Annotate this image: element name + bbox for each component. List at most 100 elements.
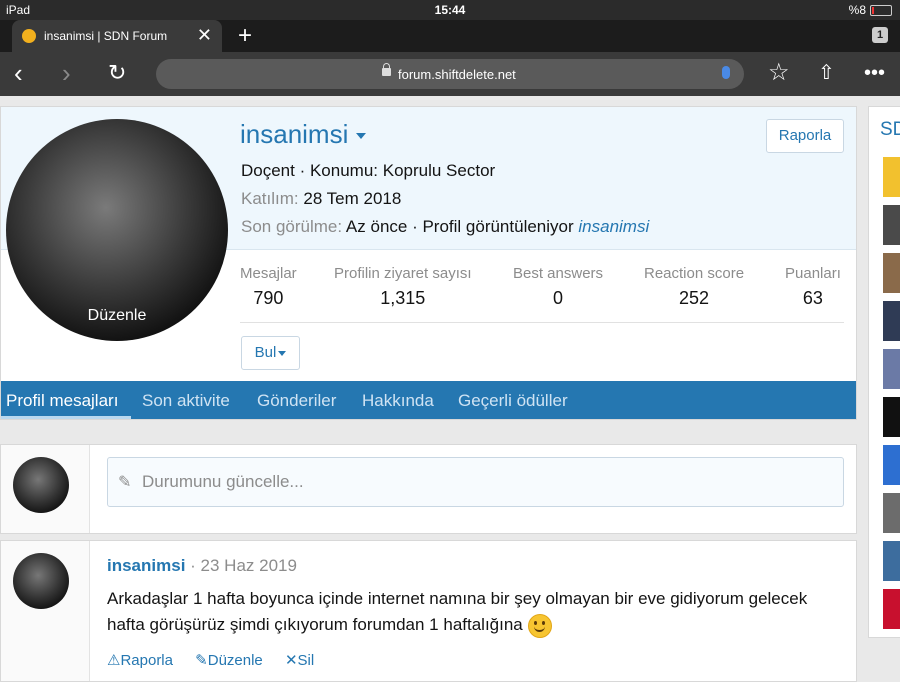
thumbnail-image[interactable] [883, 397, 900, 437]
stat-label: Mesajlar [240, 265, 297, 282]
find-button[interactable]: Bul [241, 336, 300, 370]
report-button[interactable]: Raporla [766, 119, 844, 153]
sidebar-widget-title: SD [880, 119, 900, 140]
post-author-link[interactable]: insanimsi [107, 556, 185, 575]
tab-profile-posts[interactable]: Profil mesajları [6, 391, 118, 411]
last-seen-value: Az önce · Profil görüntüleniyor [345, 217, 574, 236]
site-favicon-icon [22, 29, 36, 43]
post-actions: ⚠Raporla ✎Düzenle ✕Sil [107, 651, 332, 669]
stat-messages[interactable]: Mesajlar 790 [240, 265, 297, 309]
profile-joined: Katılım: 28 Tem 2018 [241, 189, 401, 209]
address-bar-url: forum.shiftdelete.net [398, 67, 516, 82]
avatar-edit-link[interactable]: Düzenle [6, 307, 228, 325]
joined-value: 28 Tem 2018 [303, 189, 402, 208]
sidebar-widget: SD [868, 106, 900, 638]
thumbnail-image[interactable] [883, 541, 900, 581]
tab-count-badge[interactable]: 1 [872, 27, 888, 43]
pencil-icon: ✎ [118, 474, 132, 491]
avatar[interactable] [13, 457, 69, 513]
thumbnail-image[interactable] [883, 157, 900, 197]
stat-value: 1,315 [380, 288, 426, 308]
address-bar[interactable]: forum.shiftdelete.net [156, 59, 744, 89]
browser-tab-strip: insanimsi | SDN Forum ✕ + 1 [0, 20, 900, 52]
status-update-box: ✎ Durumunu güncelle... [0, 444, 857, 534]
reload-icon[interactable]: ↻ [108, 58, 126, 88]
delete-link[interactable]: ✕Sil [285, 652, 314, 669]
profile-avatar[interactable]: Düzenle [6, 119, 228, 341]
thumbnail-image[interactable] [883, 589, 900, 629]
back-icon[interactable]: ‹ [14, 58, 23, 88]
stat-profile-views: Profilin ziyaret sayısı 1,315 [334, 265, 472, 309]
profile-tabs: Profil mesajları Son aktivite Gönderiler… [1, 381, 856, 419]
post-body: Arkadaşlar 1 hafta boyunca içinde intern… [107, 586, 847, 638]
profile-post: insanimsi · 23 Haz 2019 Arkadaşlar 1 haf… [0, 540, 857, 682]
clock: 15:44 [434, 3, 466, 17]
divider [240, 322, 844, 323]
joined-label: Katılım: [241, 189, 299, 208]
lock-icon [382, 63, 391, 76]
thumbnail-image[interactable] [883, 301, 900, 341]
more-menu-icon[interactable]: ••• [864, 58, 885, 88]
profile-username[interactable]: insanimsi [240, 119, 367, 150]
report-link-label: Raporla [120, 652, 173, 669]
status-update-placeholder: Durumunu güncelle... [142, 472, 304, 491]
stat-reaction-score[interactable]: Reaction score 252 [644, 265, 744, 309]
status-avatar-column [1, 445, 90, 533]
thumbnail-image[interactable] [883, 205, 900, 245]
post-text: Arkadaşlar 1 hafta boyunca içinde intern… [107, 589, 808, 634]
find-label: Bul [254, 344, 277, 361]
close-tab-icon[interactable]: ✕ [197, 25, 212, 46]
thumbnail-image[interactable] [883, 253, 900, 293]
browser-tab[interactable]: insanimsi | SDN Forum ✕ [12, 20, 222, 52]
stat-label: Best answers [513, 265, 604, 282]
last-seen-user-link[interactable]: insanimsi [578, 217, 649, 236]
bookmark-star-icon[interactable]: ☆ [768, 58, 790, 88]
thumbnail-image[interactable] [883, 445, 900, 485]
browser-toolbar: ‹ › ↻ forum.shiftdelete.net ☆ ⇧ ••• [0, 52, 900, 96]
thumbnail-image[interactable] [883, 493, 900, 533]
active-tab-indicator [1, 416, 131, 419]
warning-icon: ⚠ [107, 652, 121, 669]
profile-card: Düzenle insanimsi Doçent · Konumu: Kopru… [0, 106, 857, 420]
post-date[interactable]: · 23 Haz 2019 [190, 556, 297, 575]
profile-title-line: Doçent · Konumu: Koprulu Sector [241, 161, 496, 180]
status-update-input[interactable]: ✎ Durumunu güncelle... [107, 457, 844, 507]
stat-value: 252 [679, 288, 710, 308]
close-icon: ✕ [284, 652, 298, 669]
tab-latest-activity[interactable]: Son aktivite [142, 391, 230, 411]
battery-status: %8 [849, 3, 892, 17]
edit-link[interactable]: ✎Düzenle [195, 652, 263, 669]
stat-value: 63 [802, 288, 823, 308]
stat-label: Profilin ziyaret sayısı [334, 265, 472, 282]
post-avatar-column [1, 541, 90, 681]
pencil-icon: ✎ [195, 652, 208, 669]
profile-last-seen: Son görülme: Az önce · Profil görüntülen… [241, 217, 649, 237]
stat-label: Puanları [785, 265, 841, 282]
report-link[interactable]: ⚠Raporla [107, 652, 173, 669]
chevron-down-icon [278, 350, 287, 356]
tab-about[interactable]: Hakkında [362, 391, 434, 411]
stat-value: 0 [553, 288, 564, 308]
stat-label: Reaction score [644, 265, 745, 282]
stat-best-answers[interactable]: Best answers 0 [513, 265, 603, 309]
chevron-down-icon[interactable] [356, 133, 367, 140]
battery-icon [870, 4, 892, 16]
microphone-icon[interactable] [722, 66, 730, 79]
delete-link-label: Sil [297, 652, 315, 669]
profile-username-text: insanimsi [240, 119, 349, 149]
edit-link-label: Düzenle [207, 652, 263, 669]
stat-value: 790 [253, 288, 284, 308]
forward-icon[interactable]: › [62, 58, 71, 88]
avatar[interactable] [13, 553, 69, 609]
tab-trophies[interactable]: Geçerli ödüller [458, 391, 568, 411]
share-icon[interactable]: ⇧ [818, 58, 835, 88]
device-status-bar: iPad 15:44 %8 [0, 0, 900, 20]
post-header: insanimsi · 23 Haz 2019 [107, 556, 297, 576]
stat-points[interactable]: Puanları 63 [785, 265, 841, 309]
browser-tab-title: insanimsi | SDN Forum [44, 29, 168, 43]
thumbnail-image[interactable] [883, 349, 900, 389]
battery-percent: %8 [848, 3, 866, 17]
tab-postings[interactable]: Gönderiler [257, 391, 336, 411]
last-seen-label: Son görülme: [241, 217, 343, 236]
new-tab-icon[interactable]: + [238, 22, 252, 50]
